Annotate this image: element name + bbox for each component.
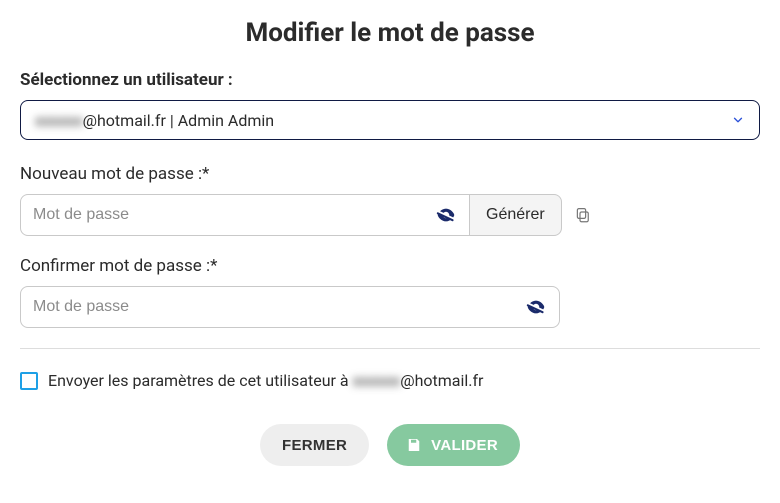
send-params-checkbox[interactable]: [20, 372, 38, 390]
copy-button[interactable]: [562, 206, 592, 224]
user-select[interactable]: xxxxxx@hotmail.fr | Admin Admin: [20, 100, 760, 140]
confirm-password-input[interactable]: [33, 298, 525, 316]
chevron-down-icon: [731, 113, 745, 127]
new-password-label: Nouveau mot de passe :*: [20, 164, 760, 184]
confirm-password-wrap: [20, 286, 560, 328]
confirm-password-label: Confirmer mot de passe :*: [20, 256, 760, 276]
close-button[interactable]: FERMER: [260, 424, 369, 466]
user-select-label: Sélectionnez un utilisateur :: [20, 70, 760, 90]
send-params-label: Envoyer les paramètres de cet utilisateu…: [48, 371, 483, 390]
generate-button[interactable]: Générer: [470, 194, 562, 236]
user-select-value: xxxxxx@hotmail.fr | Admin Admin: [35, 111, 274, 130]
page-title: Modifier le mot de passe: [20, 18, 760, 48]
divider: [20, 348, 760, 349]
eye-off-icon[interactable]: [435, 204, 457, 226]
save-icon: [405, 436, 423, 454]
copy-icon: [574, 206, 592, 224]
submit-button[interactable]: VALIDER: [387, 424, 520, 466]
submit-button-label: VALIDER: [431, 437, 498, 454]
eye-off-icon[interactable]: [525, 296, 547, 318]
new-password-input[interactable]: [33, 206, 435, 224]
new-password-wrap: [20, 194, 470, 236]
